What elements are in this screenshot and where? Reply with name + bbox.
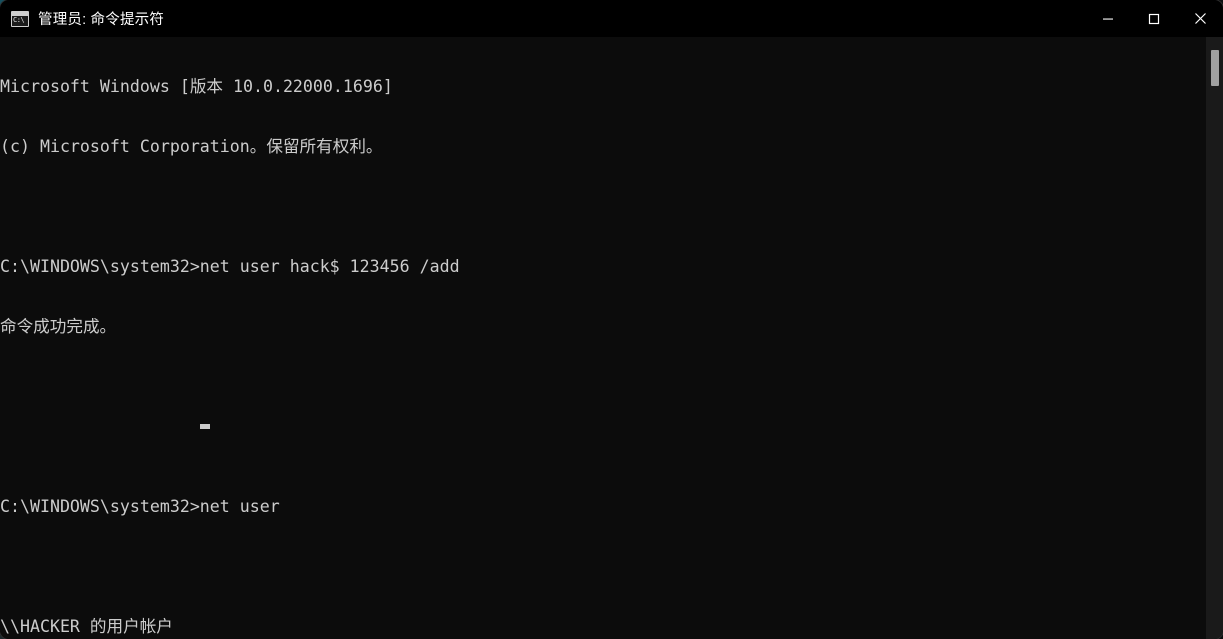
- window-title-bar[interactable]: C:\ 管理员: 命令提示符: [0, 0, 1223, 37]
- vertical-scrollbar[interactable]: [1206, 37, 1223, 639]
- desktop-background: C:\ 管理员: 命令提示符 Microsoft Windows [版本 10.…: [0, 0, 1223, 639]
- minimize-icon: [1103, 18, 1113, 20]
- console-line: 命令成功完成。: [0, 317, 117, 336]
- console-text: Microsoft Windows [版本 10.0.22000.1696] (…: [0, 37, 1190, 639]
- maximize-button[interactable]: [1131, 0, 1177, 37]
- text-cursor: [200, 424, 210, 429]
- command-prompt-window: C:\ 管理员: 命令提示符 Microsoft Windows [版本 10.…: [0, 0, 1223, 639]
- cmd-console-icon: C:\: [11, 10, 29, 27]
- terminal-output-area[interactable]: Microsoft Windows [版本 10.0.22000.1696] (…: [0, 37, 1223, 639]
- minimize-button[interactable]: [1085, 0, 1131, 37]
- console-line-command: C:\WINDOWS\system32>net user: [0, 497, 280, 516]
- maximize-icon: [1148, 13, 1160, 24]
- console-line: Microsoft Windows [版本 10.0.22000.1696]: [0, 77, 393, 96]
- close-button[interactable]: [1177, 0, 1223, 37]
- window-title: 管理员: 命令提示符: [38, 12, 165, 28]
- console-line-accounts-header: \\HACKER 的用户帐户: [0, 617, 173, 636]
- close-icon: [1194, 13, 1206, 24]
- window-controls: [1085, 0, 1223, 37]
- cmd-icon-prompt-text: C:\: [13, 15, 25, 24]
- console-line: (c) Microsoft Corporation。保留所有权利。: [0, 137, 383, 156]
- vertical-scroll-thumb[interactable]: [1211, 50, 1219, 86]
- console-line-command: C:\WINDOWS\system32>net user hack$ 12345…: [0, 257, 460, 276]
